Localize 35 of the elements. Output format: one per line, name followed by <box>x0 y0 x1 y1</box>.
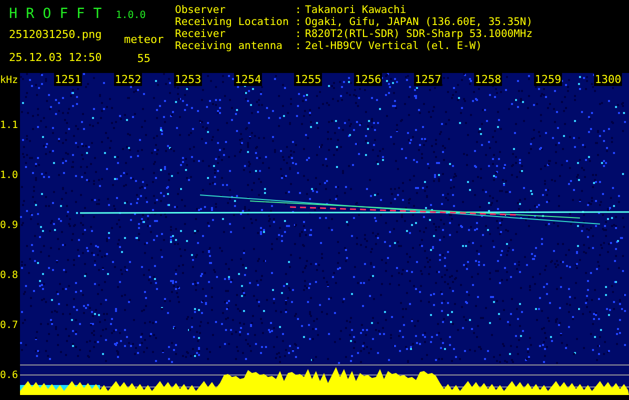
info-separator: : <box>295 4 302 16</box>
time-label: 1255 <box>294 73 322 86</box>
info-separator: : <box>295 16 302 28</box>
file-name: 2512031250.png <box>9 27 103 43</box>
time-label: 1252 <box>114 73 142 86</box>
time-label: 1257 <box>414 73 442 86</box>
y-axis-label: 0.6 <box>0 368 18 382</box>
app-name: H R O F F T <box>9 5 102 24</box>
axis-unit: kHz <box>0 75 18 86</box>
y-axis-label: 0.9 <box>0 218 18 232</box>
time-label: 1253 <box>174 73 202 86</box>
info-separator: : <box>295 28 302 40</box>
y-axis-label: 1.1 <box>0 118 18 132</box>
app-version: 1.0.0 <box>116 9 146 23</box>
time-label: 1258 <box>474 73 502 86</box>
y-axis-label: 0.8 <box>0 268 18 282</box>
y-axis-label: 1.0 <box>0 168 18 182</box>
info-label: Receiver <box>175 28 227 40</box>
info-separator: : <box>295 40 302 52</box>
info-label: Observer <box>175 4 227 16</box>
date-time: 25.12.03 12:50 <box>9 50 103 66</box>
info-value: R820T2(RTL-SDR) SDR-Sharp 53.1000MHz <box>305 28 533 40</box>
info-value: 2el-HB9CV Vertical (el. E-W) <box>305 40 482 52</box>
time-label: 1251 <box>54 73 82 86</box>
count-label: meteor <box>124 32 164 48</box>
info-label: Receiving antenna <box>175 40 284 52</box>
time-label: 1300 <box>594 73 622 86</box>
time-label: 1254 <box>234 73 262 86</box>
time-label: 1256 <box>354 73 382 86</box>
info-value: Ogaki, Gifu, JAPAN (136.60E, 35.35N) <box>305 16 533 28</box>
info-value: Takanori Kawachi <box>305 4 406 16</box>
count-value: 55 <box>137 50 150 66</box>
info-label: Receiving Location <box>175 16 290 28</box>
y-axis-label: 0.7 <box>0 318 18 332</box>
time-label: 1259 <box>534 73 562 86</box>
